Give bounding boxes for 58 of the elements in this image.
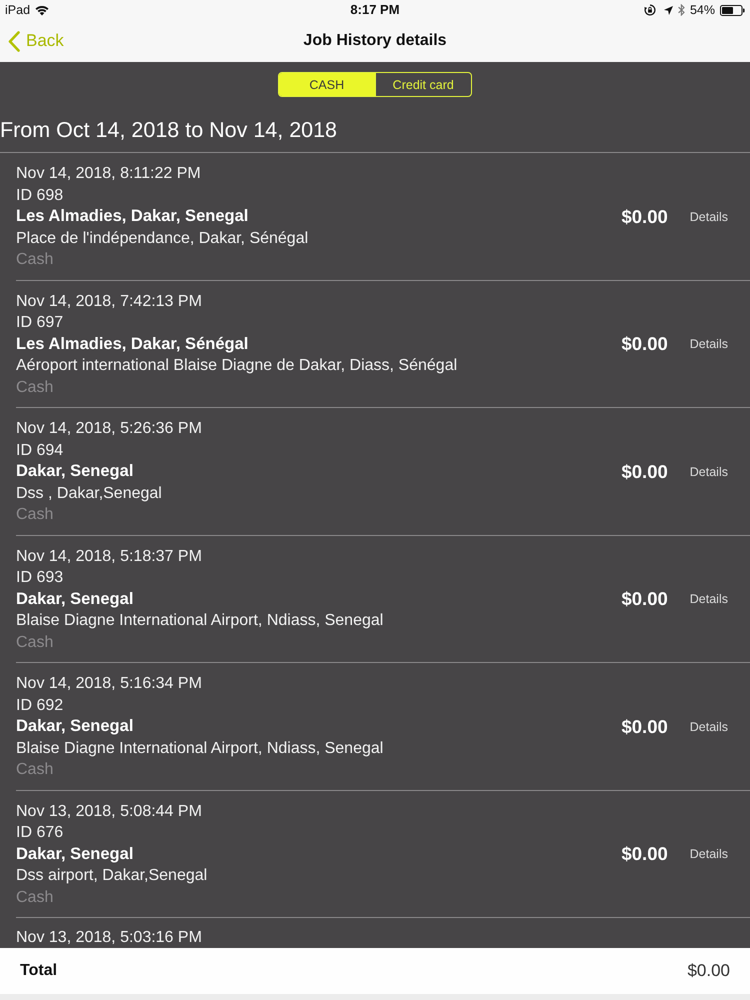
job-amount: $0.00 [621,716,668,738]
details-button[interactable]: Details [690,720,728,734]
pickup-address: Dakar, Senegal [16,716,134,737]
job-id: ID 692 [16,696,64,716]
segment-tab[interactable]: Credit card [374,73,471,96]
screen-title: Job History details [303,31,447,51]
dropoff-address: Blaise Diagne International Airport, Ndiass, Senegal [16,738,384,758]
details-button[interactable]: Details [690,337,728,352]
payment-method: Cash [16,505,54,525]
total-amount: $0.00 [687,961,730,981]
chevron-left-icon [8,30,20,52]
dropoff-address: Dss airport, Dakar,Senegal [16,866,208,886]
dropoff-address: Aéroport international Blaise Diagne de Dakar, Diass, Sénégal [16,356,458,376]
dropoff-address: Place de l'indépendance, Dakar, Sénégal [16,228,310,248]
rotation-lock-icon [644,4,656,16]
job-id: ID 697 [16,313,64,333]
total-label: Total [20,962,58,980]
pickup-address: Dakar, Senegal [16,461,134,482]
pickup-address: Dakar, Senegal [16,588,134,610]
device-name: iPad [5,3,30,17]
payment-method: Cash [16,378,54,398]
pickup-address: Les Almadies, Dakar, Sénégal [16,334,250,354]
job-amount: $0.00 [621,206,668,228]
pickup-address: Dakar, Senegal [16,844,134,864]
location-arrow-icon [664,6,673,14]
payment-method: Cash [16,888,54,908]
payment-method: Cash [16,250,54,270]
job-date: Nov 13, 2018, 5:03:16 PM [16,928,203,948]
details-button[interactable]: Details [690,592,728,606]
job-amount: $0.00 [621,588,668,610]
job-date: Nov 14, 2018, 7:42:13 PM [16,292,203,312]
job-date: Nov 14, 2018, 5:16:34 PM [16,674,203,694]
job-date: Nov 14, 2018, 8:11:22 PM [16,164,202,184]
battery-icon [720,4,745,16]
segment-tab[interactable]: CASH [279,73,374,96]
bluetooth-icon [678,4,685,16]
job-id: ID 694 [16,440,64,460]
job-id: ID 698 [16,186,64,206]
payment-method: Cash [16,760,54,780]
job-date: Nov 14, 2018, 5:18:37 PM [16,546,203,566]
details-button[interactable]: Details [690,210,728,224]
date-range-heading: From Oct 14, 2018 to Nov 14, 2018 [0,97,750,153]
details-button[interactable]: Details [690,464,728,479]
job-amount: $0.00 [621,843,668,866]
job-date: Nov 14, 2018, 5:26:36 PM [16,419,203,439]
job-id: ID 693 [16,568,64,588]
pickup-address: Les Almadies, Dakar, Senegal [16,206,250,227]
dropoff-address: Dss , Dakar,Senegal [16,484,163,504]
job-amount: $0.00 [621,333,668,356]
payment-method: Cash [16,632,54,652]
dropoff-address: Blaise Diagne International Airport, Ndiass, Senegal [16,611,384,631]
job-date: Nov 13, 2018, 5:08:44 PM [16,802,203,822]
details-button[interactable]: Details [690,847,728,862]
clock-time: 8:17 PM [350,3,400,17]
battery-percentage: 54% [690,3,715,17]
job-amount: $0.00 [621,460,668,483]
job-id: ID 676 [16,823,64,843]
wifi-icon [35,4,50,16]
